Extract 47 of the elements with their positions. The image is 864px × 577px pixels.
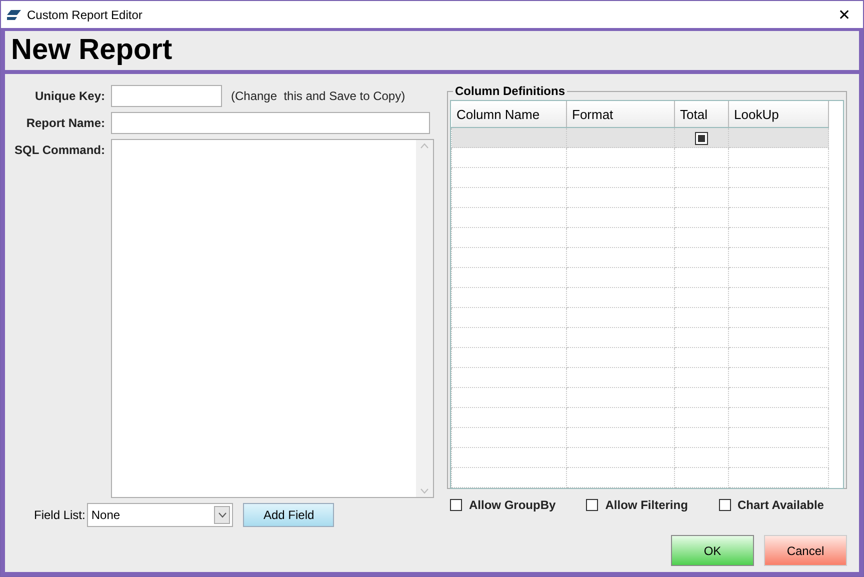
table-row[interactable] bbox=[452, 428, 828, 448]
table-row[interactable] bbox=[452, 388, 828, 408]
report-title: New Report bbox=[11, 34, 172, 67]
scrollbar[interactable] bbox=[416, 140, 433, 497]
field-label: Field List: bbox=[34, 508, 86, 522]
table-row[interactable] bbox=[452, 228, 828, 248]
table-row[interactable] bbox=[452, 268, 828, 288]
field-label: SQL Command: bbox=[14, 142, 105, 159]
group-title: Column Definitions bbox=[453, 84, 567, 98]
scroll-up-icon[interactable] bbox=[420, 143, 429, 149]
field-label: Report Name: bbox=[25, 115, 105, 132]
field-list-dropdown[interactable]: None bbox=[87, 503, 234, 527]
checkbox[interactable] bbox=[718, 499, 730, 511]
checkbox-label: Allow GroupBy bbox=[469, 498, 556, 512]
add-field-button[interactable]: Add Field bbox=[243, 503, 334, 527]
table-row[interactable] bbox=[452, 188, 828, 208]
field-label: Unique Key: bbox=[34, 88, 105, 105]
checkbox-label: Chart Available bbox=[738, 498, 824, 512]
sql-command-field[interactable] bbox=[111, 139, 434, 498]
total-checkbox[interactable] bbox=[695, 132, 708, 145]
column-header[interactable]: Format bbox=[566, 101, 674, 128]
table-row[interactable] bbox=[452, 288, 828, 308]
report-name-field[interactable] bbox=[111, 112, 430, 134]
app-icon bbox=[7, 8, 21, 20]
checkbox-label: Allow Filtering bbox=[605, 498, 688, 512]
hint-text: (Change this and Save to Copy) bbox=[231, 89, 406, 103]
unique-key-field[interactable] bbox=[111, 85, 222, 107]
table-row[interactable] bbox=[452, 368, 828, 388]
table-row[interactable] bbox=[452, 408, 828, 428]
table-row[interactable] bbox=[452, 348, 828, 368]
checkbox[interactable] bbox=[450, 499, 462, 511]
table-row[interactable] bbox=[452, 468, 828, 488]
window-title: Custom Report Editor bbox=[27, 8, 144, 22]
checkbox[interactable] bbox=[586, 499, 598, 511]
table-row[interactable] bbox=[452, 208, 828, 228]
column-header[interactable]: Total bbox=[674, 101, 728, 128]
table-row[interactable] bbox=[452, 308, 828, 328]
table-row[interactable] bbox=[452, 448, 828, 468]
column-header[interactable]: LookUp bbox=[728, 101, 828, 128]
scroll-down-icon[interactable] bbox=[420, 488, 429, 494]
column-header[interactable]: Column Name bbox=[452, 101, 566, 128]
table-row[interactable] bbox=[452, 168, 828, 188]
table-row[interactable] bbox=[452, 328, 828, 348]
ok-button[interactable]: OK bbox=[671, 535, 754, 566]
close-button[interactable]: ✕ bbox=[832, 6, 857, 24]
cancel-button[interactable]: Cancel bbox=[764, 535, 847, 566]
table-row[interactable] bbox=[452, 248, 828, 268]
